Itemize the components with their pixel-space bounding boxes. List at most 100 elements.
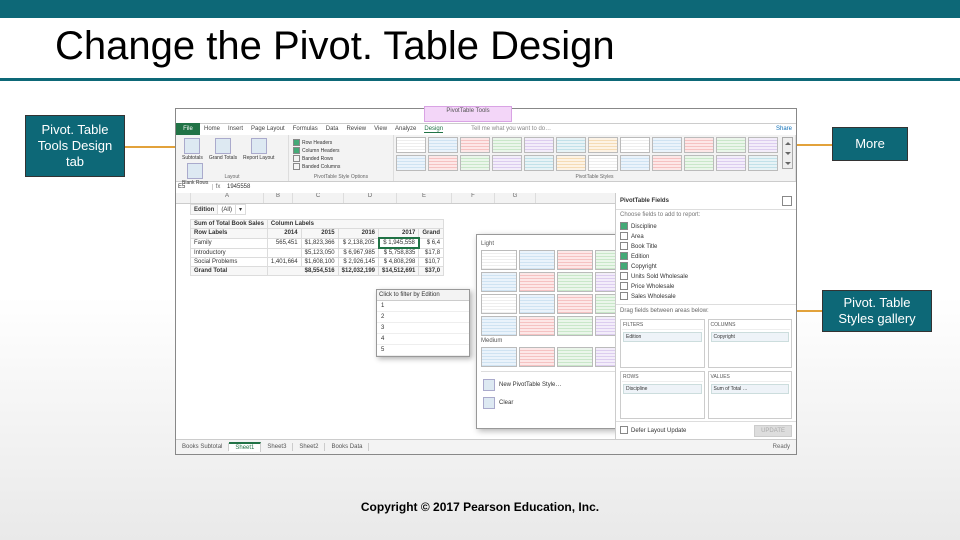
style-thumb[interactable] xyxy=(519,347,555,367)
style-thumb[interactable] xyxy=(684,155,714,171)
field-checkbox[interactable]: Copyright xyxy=(620,262,792,272)
style-thumb[interactable] xyxy=(481,347,517,367)
area-values[interactable]: VALUESSum of Total … xyxy=(708,371,793,420)
col-E[interactable]: E xyxy=(397,193,452,203)
update-button[interactable]: UPDATE xyxy=(754,425,792,437)
ribbon: Subtotals Grand Totals Report Layout Bla… xyxy=(176,135,796,182)
field-checkbox[interactable]: Book Title xyxy=(620,242,792,252)
style-thumb[interactable] xyxy=(481,294,517,314)
share-button[interactable]: Share xyxy=(776,126,792,132)
style-thumb[interactable] xyxy=(716,137,746,153)
name-box[interactable]: E5 xyxy=(176,184,213,190)
style-thumb[interactable] xyxy=(481,250,517,270)
style-thumb[interactable] xyxy=(519,316,555,336)
style-thumb[interactable] xyxy=(557,272,593,292)
tab-analyze[interactable]: Analyze xyxy=(395,126,416,132)
col-A[interactable]: A xyxy=(191,193,264,203)
style-thumb[interactable] xyxy=(557,250,593,270)
tab-formulas[interactable]: Formulas xyxy=(293,126,318,132)
field-checkbox[interactable]: Sales Wholesale xyxy=(620,292,792,302)
area-filters[interactable]: FILTERSEdition xyxy=(620,319,705,368)
tab-page-layout[interactable]: Page Layout xyxy=(251,126,285,132)
tab-view[interactable]: View xyxy=(374,126,387,132)
style-thumb[interactable] xyxy=(652,137,682,153)
tab-home[interactable]: Home xyxy=(204,126,220,132)
formula-value[interactable]: 1945558 xyxy=(223,184,250,190)
sheet-tab[interactable]: Books Data xyxy=(325,443,369,451)
style-thumb[interactable] xyxy=(492,155,522,171)
tell-me[interactable]: Tell me what you want to do… xyxy=(471,126,551,132)
area-rows[interactable]: ROWSDiscipline xyxy=(620,371,705,420)
style-thumb[interactable] xyxy=(524,155,554,171)
style-thumb[interactable] xyxy=(716,155,746,171)
style-thumb[interactable] xyxy=(556,137,586,153)
style-thumb[interactable] xyxy=(620,137,650,153)
chevron-up-icon xyxy=(785,142,791,145)
file-tab[interactable]: File xyxy=(176,123,200,135)
area-columns[interactable]: COLUMNSCopyright xyxy=(708,319,793,368)
style-thumb[interactable] xyxy=(481,316,517,336)
style-thumb[interactable] xyxy=(748,155,778,171)
style-thumb[interactable] xyxy=(396,155,426,171)
defer-checkbox[interactable]: Defer Layout Update xyxy=(620,426,686,436)
style-thumb[interactable] xyxy=(460,155,490,171)
style-thumb[interactable] xyxy=(748,137,778,153)
column-headers-checkbox[interactable]: Column Headers xyxy=(293,147,389,155)
banded-columns-checkbox[interactable]: Banded Columns xyxy=(293,163,389,171)
tab-insert[interactable]: Insert xyxy=(228,126,243,132)
selected-cell[interactable]: $ 1,945,558 xyxy=(379,238,419,248)
callout-gallery: Pivot. Table Styles gallery xyxy=(822,290,932,332)
tab-review[interactable]: Review xyxy=(346,126,366,132)
tab-design[interactable]: Design xyxy=(424,126,443,133)
style-thumb[interactable] xyxy=(428,137,458,153)
style-thumb[interactable] xyxy=(519,294,555,314)
subtotals-button[interactable]: Subtotals xyxy=(182,138,203,161)
col-D[interactable]: D xyxy=(344,193,397,203)
col-G[interactable]: G xyxy=(495,193,536,203)
grand-totals-button[interactable]: Grand Totals xyxy=(209,138,237,161)
subtotals-icon xyxy=(184,138,200,154)
grand-totals-icon xyxy=(215,138,231,154)
tab-data[interactable]: Data xyxy=(326,126,339,132)
sheet-tab[interactable]: Sheet3 xyxy=(261,443,293,451)
gear-icon[interactable] xyxy=(782,196,792,206)
row-headers-checkbox[interactable]: Row Headers xyxy=(293,139,389,147)
contextual-tab-group: PivotTable Tools xyxy=(424,106,512,122)
slide-accent-bar xyxy=(0,0,960,18)
style-thumb[interactable] xyxy=(492,137,522,153)
col-F[interactable]: F xyxy=(452,193,495,203)
field-checkbox[interactable]: Area xyxy=(620,232,792,242)
style-thumb[interactable] xyxy=(652,155,682,171)
style-thumb[interactable] xyxy=(557,316,593,336)
sheet-tab[interactable]: Sheet2 xyxy=(293,443,325,451)
field-checkbox[interactable]: Units Sold Wholesale xyxy=(620,272,792,282)
style-thumb[interactable] xyxy=(557,347,593,367)
sheet-tab[interactable]: Books Subtotal xyxy=(176,443,229,451)
sheet-tab[interactable]: Sheet1 xyxy=(229,442,261,452)
banded-rows-checkbox[interactable]: Banded Rows xyxy=(293,155,389,163)
style-thumb[interactable] xyxy=(588,137,618,153)
report-layout-button[interactable]: Report Layout xyxy=(243,138,274,161)
style-thumb[interactable] xyxy=(620,155,650,171)
style-thumb[interactable] xyxy=(396,137,426,153)
style-thumb[interactable] xyxy=(524,137,554,153)
style-thumb[interactable] xyxy=(519,272,555,292)
field-checkbox[interactable]: Price Wholesale xyxy=(620,282,792,292)
style-thumb[interactable] xyxy=(481,272,517,292)
style-thumb[interactable] xyxy=(428,155,458,171)
style-thumb[interactable] xyxy=(557,294,593,314)
excel-window: PivotTable Tools File Home Insert Page L… xyxy=(175,108,797,455)
filter-header: Click to filter by Edition xyxy=(377,290,469,301)
styles-more-button[interactable] xyxy=(782,137,793,169)
field-checkbox[interactable]: Discipline xyxy=(620,222,792,232)
style-thumb[interactable] xyxy=(460,137,490,153)
style-thumb[interactable] xyxy=(556,155,586,171)
style-thumb[interactable] xyxy=(588,155,618,171)
style-thumb[interactable] xyxy=(519,250,555,270)
fx-icon[interactable]: fx xyxy=(213,184,223,190)
field-checkbox[interactable]: Edition xyxy=(620,252,792,262)
style-thumb[interactable] xyxy=(684,137,714,153)
col-B[interactable]: B xyxy=(264,193,293,203)
col-C[interactable]: C xyxy=(293,193,344,203)
filter-popup[interactable]: Click to filter by Edition 1 2 3 4 5 xyxy=(376,289,470,357)
